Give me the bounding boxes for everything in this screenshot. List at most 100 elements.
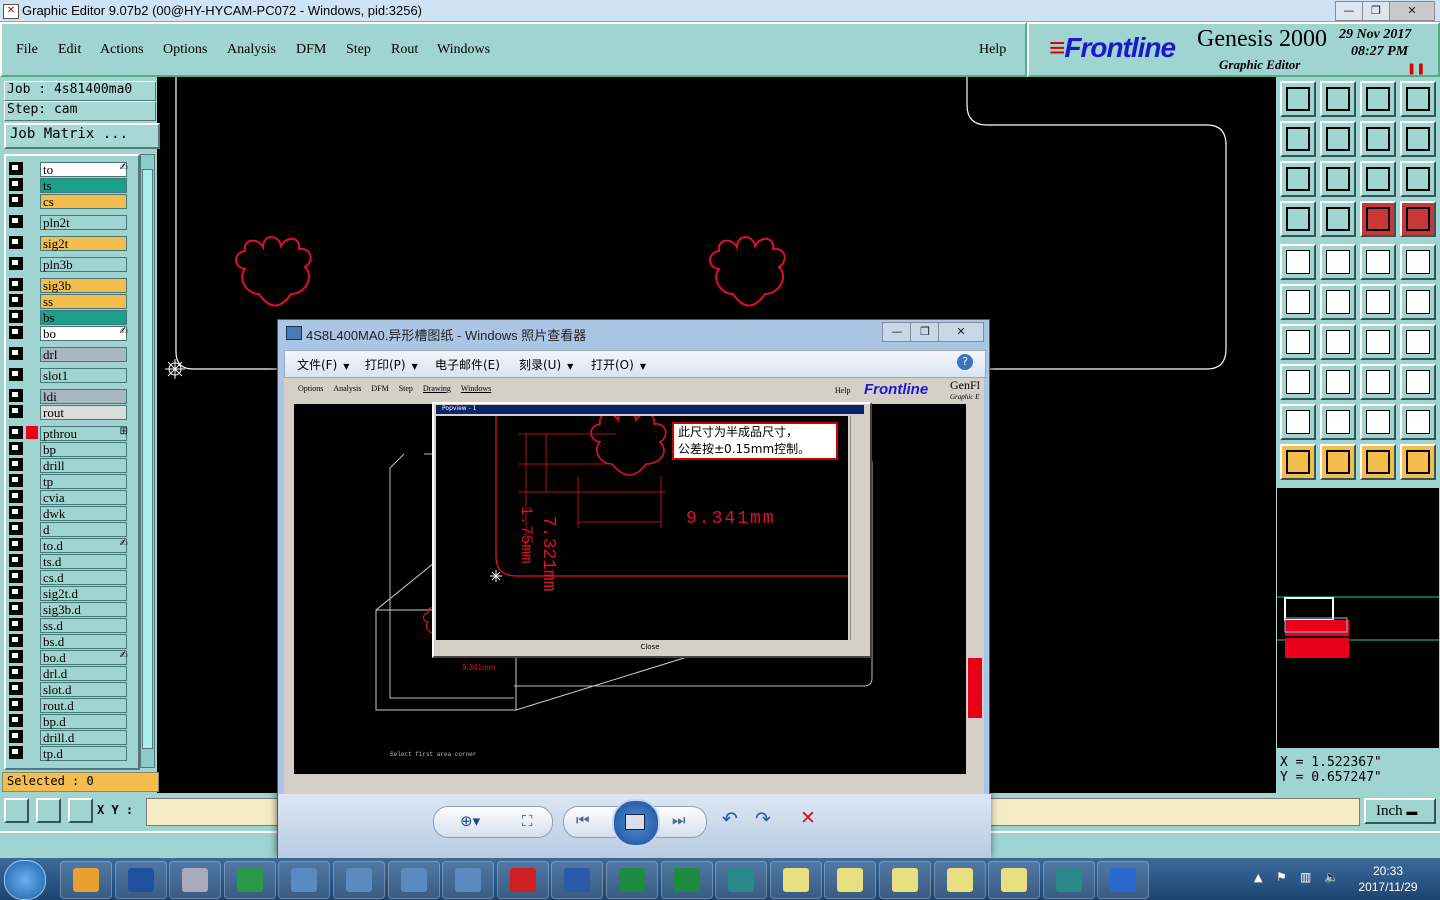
layer-row[interactable]: ldi <box>6 389 130 404</box>
select-box-icon[interactable] <box>1320 444 1356 480</box>
layer-checkbox[interactable] <box>9 650 23 663</box>
viewer-maximize-button[interactable]: ❐ <box>910 322 940 342</box>
layer-checkbox[interactable] <box>9 347 23 360</box>
menu-help[interactable]: Help <box>979 42 1006 58</box>
viewer-close-button[interactable]: ✕ <box>938 322 984 342</box>
layer-name[interactable]: bs.d <box>40 634 127 649</box>
genesis-4-task-button[interactable] <box>933 861 986 899</box>
viewer-menu-open[interactable]: 打开(O) ▼ <box>591 356 646 373</box>
layer-checkbox[interactable] <box>9 178 23 191</box>
layer-checkbox[interactable] <box>9 194 23 207</box>
photo-1-task-button[interactable] <box>278 861 331 899</box>
snap-mode-button[interactable] <box>4 798 29 823</box>
slideshow-button[interactable] <box>612 799 660 847</box>
layer-row[interactable]: rout.d <box>6 698 130 713</box>
zoom-home-icon[interactable] <box>1280 81 1316 117</box>
scrollbar-thumb[interactable] <box>142 169 153 749</box>
layer-checkbox[interactable] <box>9 490 23 503</box>
layer-row[interactable]: sig3b.d <box>6 602 130 617</box>
genesis-3-task-button[interactable] <box>879 861 931 899</box>
layer-row[interactable]: bo.d ✍ <box>6 650 130 665</box>
select-net-icon[interactable] <box>1400 444 1436 480</box>
menu-analysis[interactable]: Analysis <box>227 42 276 58</box>
layer-row[interactable]: drl <box>6 347 130 362</box>
layer-checkbox[interactable] <box>9 698 23 711</box>
layer-checkbox[interactable] <box>9 634 23 647</box>
acrobat-task-button[interactable] <box>496 861 549 899</box>
excel-2-task-button[interactable] <box>660 861 713 899</box>
menu-options[interactable]: Options <box>163 42 207 58</box>
help-icon[interactable]: ? <box>957 354 973 370</box>
layer-checkbox[interactable] <box>9 730 23 743</box>
layers-toggle-icon[interactable] <box>1360 201 1396 237</box>
layer-checkbox[interactable] <box>9 389 23 402</box>
layer-name[interactable]: slot.d <box>40 682 127 697</box>
zoom-window-icon[interactable] <box>1400 81 1436 117</box>
mirror-icon[interactable] <box>1400 324 1436 360</box>
measure-mode-button[interactable] <box>36 798 61 823</box>
redraw-icon[interactable] <box>1400 121 1436 157</box>
snap-line-icon[interactable] <box>1400 284 1436 320</box>
add-pad-icon[interactable] <box>1280 244 1316 280</box>
layer-name[interactable]: to <box>40 162 127 177</box>
layer-checkbox[interactable] <box>9 586 23 599</box>
layer-row[interactable]: bo ✍ <box>6 326 130 341</box>
actual-size-icon[interactable]: ⛶ <box>522 812 533 830</box>
pan-left-icon[interactable] <box>1280 121 1316 157</box>
layer-checkbox[interactable] <box>9 682 23 695</box>
layer-row[interactable]: slot1 <box>6 368 130 383</box>
tray-flag-icon[interactable]: ⚑ <box>1276 870 1287 884</box>
triangle-bold-icon[interactable] <box>1360 404 1396 440</box>
layer-name[interactable]: ts <box>40 178 127 193</box>
measure-ruler-icon[interactable] <box>1360 244 1396 280</box>
layer-name[interactable]: dwk <box>40 506 127 521</box>
triangle-icon[interactable] <box>1280 404 1316 440</box>
layer-row[interactable]: ss <box>6 294 130 309</box>
triangle-up-icon[interactable] <box>1320 404 1356 440</box>
layer-name[interactable]: rout <box>40 405 127 420</box>
layer-row[interactable]: d <box>6 522 130 537</box>
layer-row[interactable]: dwk <box>6 506 130 521</box>
layer-row[interactable]: cs.d <box>6 570 130 585</box>
layer-name[interactable]: bp.d <box>40 714 127 729</box>
scanner-task-button[interactable] <box>169 861 222 899</box>
delete-feature-icon[interactable] <box>1320 284 1356 320</box>
layer-checkbox[interactable] <box>9 506 23 519</box>
viewer-menu-email[interactable]: 电子邮件(E) <box>435 356 500 373</box>
popview-scrollbar[interactable] <box>850 416 865 640</box>
fit-icon[interactable] <box>1360 121 1396 157</box>
tray-volume-icon[interactable]: 🔈 <box>1324 870 1339 884</box>
photo-3-task-button[interactable] <box>387 861 440 899</box>
connect-icon[interactable] <box>1280 284 1316 320</box>
layer-row[interactable]: bp <box>6 442 130 457</box>
layer-row[interactable]: bs.d <box>6 634 130 649</box>
tray-arrow-icon[interactable]: ▲ <box>1254 871 1262 884</box>
viewer-menu-print[interactable]: 打印(P) ▼ <box>365 356 418 373</box>
tray-network-icon[interactable]: ▥ <box>1300 870 1311 884</box>
line-split-icon[interactable] <box>1320 364 1356 400</box>
minimize-button[interactable]: — <box>1335 1 1363 21</box>
layer-row[interactable]: pthrou ⊞ <box>6 426 130 441</box>
layer-row[interactable]: tp.d <box>6 746 130 761</box>
scale-1to2-icon[interactable] <box>1360 161 1396 197</box>
add-line-icon[interactable] <box>1320 244 1356 280</box>
close-button[interactable]: ✕ <box>1389 1 1435 21</box>
viewer-minimize-button[interactable]: — <box>882 322 912 342</box>
layer-checkbox[interactable] <box>9 714 23 727</box>
resize-icon[interactable] <box>1360 364 1396 400</box>
layer-name[interactable]: pln2t <box>40 215 127 230</box>
zoom-icon[interactable]: ⊕▾ <box>460 812 480 830</box>
layer-row[interactable]: ts.d <box>6 554 130 569</box>
layer-name[interactable]: tp <box>40 474 127 489</box>
genesis-1-task-button[interactable] <box>769 861 822 899</box>
menu-file[interactable]: File <box>16 42 38 58</box>
layer-row[interactable]: sig2t <box>6 236 130 251</box>
layer-row[interactable]: drill.d <box>6 730 130 745</box>
layer-row[interactable]: ts <box>6 178 130 193</box>
photo-4-task-button[interactable] <box>442 861 495 899</box>
layer-row[interactable]: pln3b <box>6 257 130 272</box>
genesis-5-task-button[interactable] <box>988 861 1041 899</box>
triangle-split-icon[interactable] <box>1400 404 1436 440</box>
unit-selector[interactable]: Inch ▬ <box>1364 798 1436 824</box>
photo-2-task-button[interactable] <box>333 861 385 899</box>
